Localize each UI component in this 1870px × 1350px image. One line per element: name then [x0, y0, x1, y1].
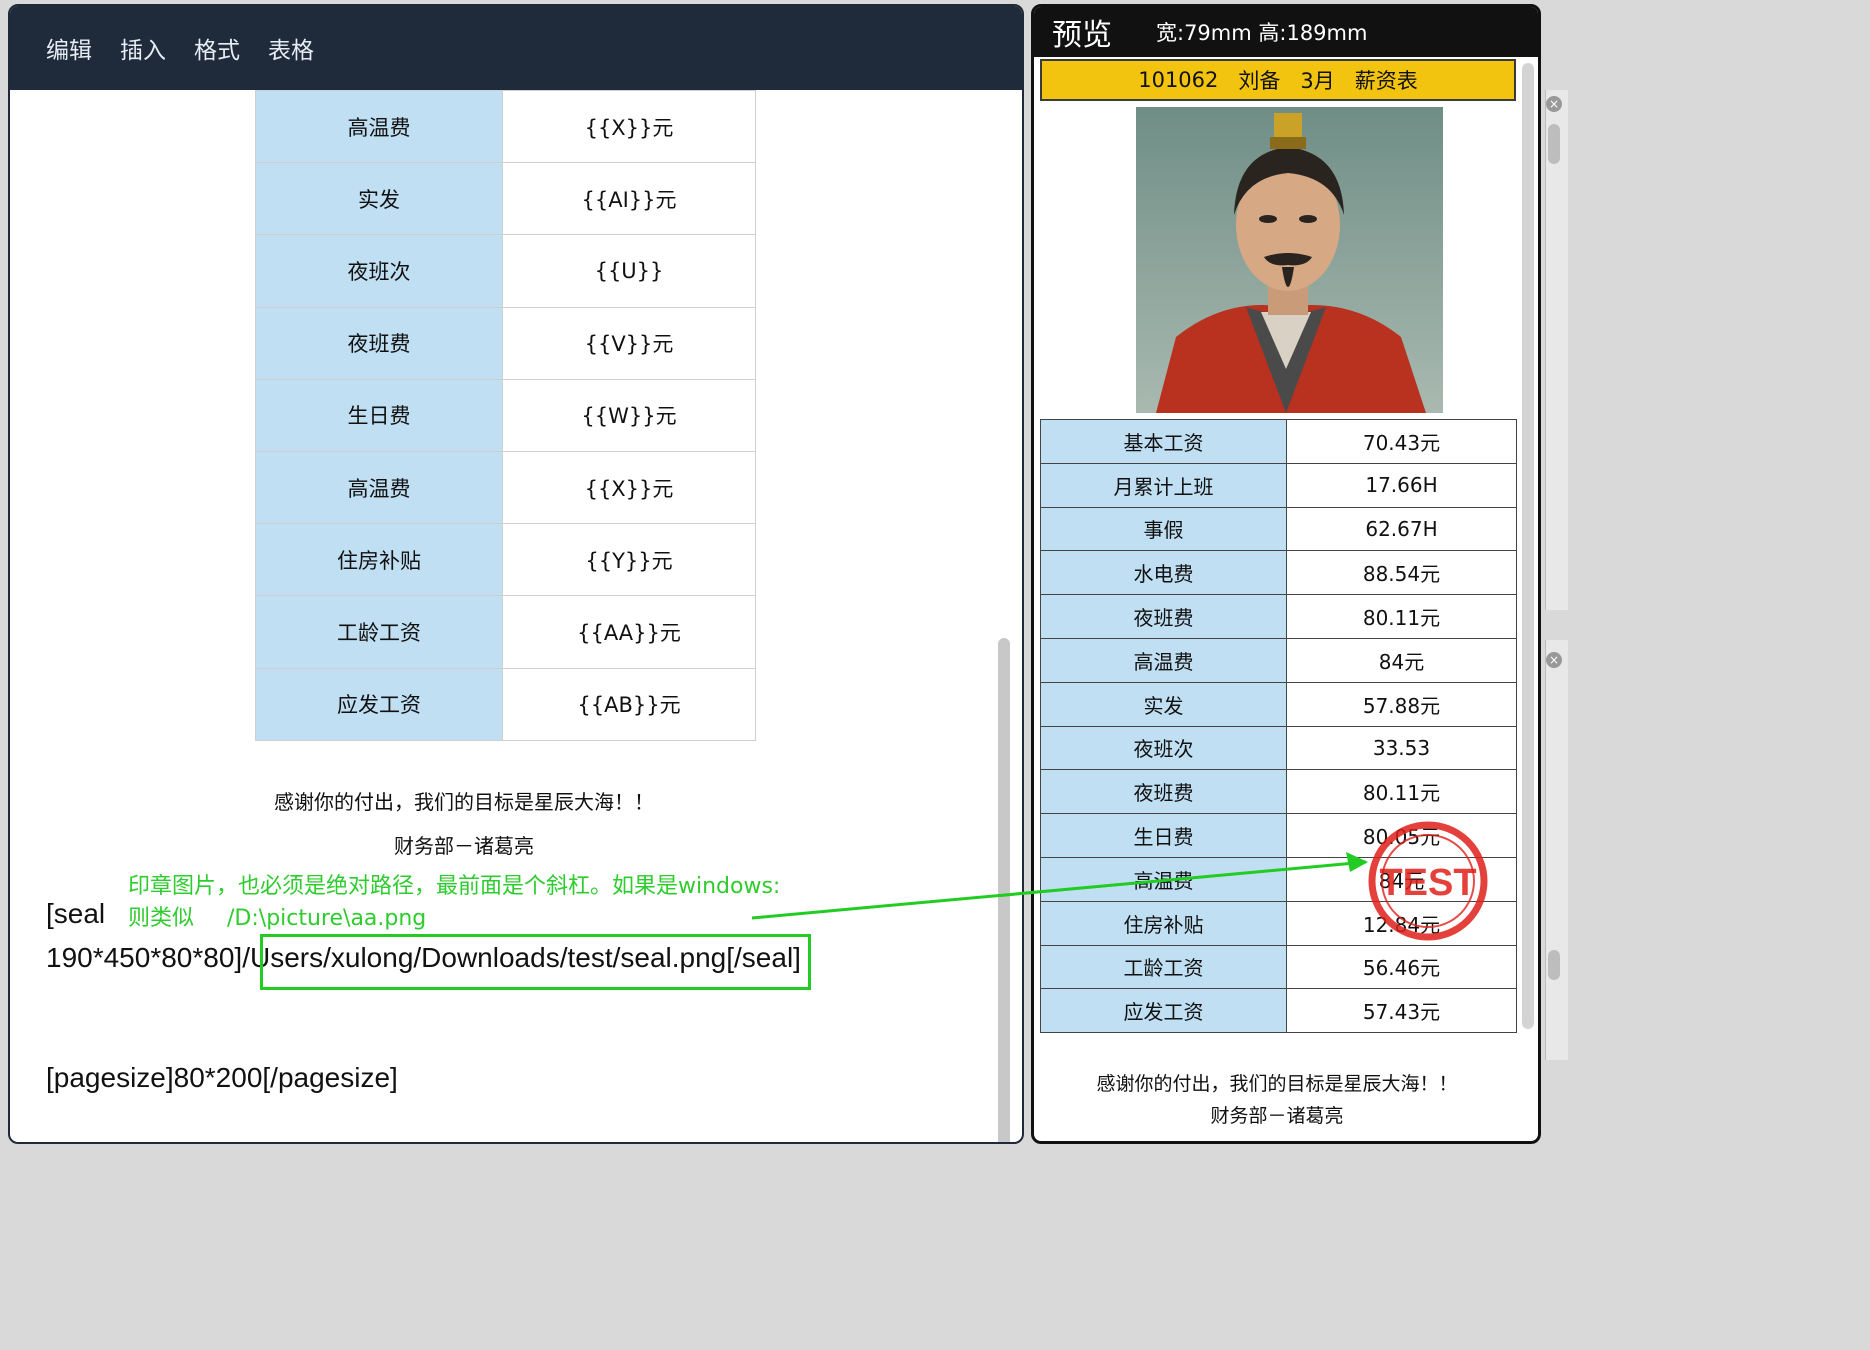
background-scroll-knob[interactable] [1548, 124, 1560, 164]
background-window-edge [1545, 90, 1568, 610]
close-icon[interactable]: × [1546, 96, 1562, 112]
annotation-arrow [751, 852, 1368, 920]
close-icon[interactable]: × [1546, 652, 1562, 668]
background-window-edge-2 [1545, 640, 1568, 1060]
background-scroll-knob-2[interactable] [1548, 950, 1560, 980]
screen: 编辑 插入 格式 表格 高温费 {{X}}元 实发 {{AI}}元 夜班次 {{U}} 夜班… [0, 0, 1568, 1144]
